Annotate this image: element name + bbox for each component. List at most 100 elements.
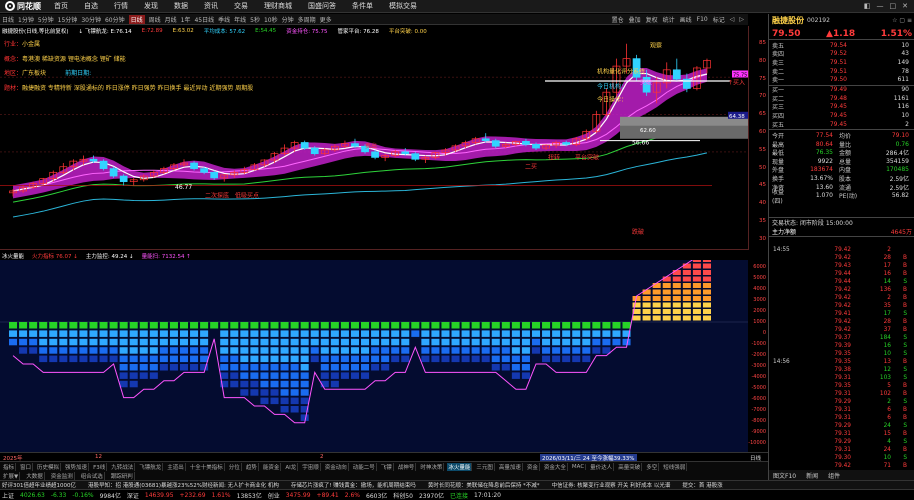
- indicator-tab-11[interactable]: 能资金: [262, 462, 282, 471]
- indicator-tab-6[interactable]: 飞镖航龙: [138, 462, 164, 471]
- indicator-tab-14[interactable]: 资金动向: [324, 462, 349, 471]
- period-4[interactable]: 30分钟: [81, 15, 101, 24]
- news-item[interactable]: 中信证券: 核聚变行业观察 开关 利好成本 以光谱: [552, 481, 671, 489]
- menu-discover[interactable]: 发现: [136, 1, 166, 11]
- ext-tab-0[interactable]: 扩展▼: [2, 471, 21, 480]
- period-5[interactable]: 60分钟: [105, 15, 125, 24]
- indicator-tab-24[interactable]: MAC: [571, 463, 587, 470]
- indicator-tab-8[interactable]: 十全十美指标: [189, 462, 225, 471]
- ask-row[interactable]: 卖五 79.54 10: [769, 41, 914, 50]
- menu-data[interactable]: 数据: [166, 1, 196, 11]
- menu-trade[interactable]: 交易: [226, 1, 256, 11]
- indicator-tab-10[interactable]: 趋势: [245, 462, 259, 471]
- chart-tool-4[interactable]: 画线: [680, 15, 692, 24]
- period-6[interactable]: 日线: [128, 14, 145, 24]
- ask-row[interactable]: 卖一 79.50 611: [769, 75, 914, 84]
- footer-news[interactable]: 新闻: [806, 471, 818, 480]
- minimize-icon[interactable]: —: [877, 2, 884, 10]
- period-0[interactable]: 日线: [2, 15, 14, 24]
- ask-row[interactable]: 卖二 79.51 78: [769, 67, 914, 76]
- indicator-tab-9[interactable]: 分位: [228, 462, 242, 471]
- period-9[interactable]: 1年: [181, 15, 191, 24]
- menu-conditional-order[interactable]: 条件单: [344, 1, 381, 11]
- indicator-tab-16[interactable]: 飞镖: [380, 462, 394, 471]
- indicator-tab-15[interactable]: 动能二号: [352, 462, 377, 471]
- chart-tool-6[interactable]: 标记: [713, 15, 725, 24]
- news-item[interactable]: 存储芯片涨疯了! 赚钱黄金：撤场，能机周期结束吗: [291, 481, 416, 489]
- chart-tool-3[interactable]: 统计: [663, 15, 675, 24]
- period-14[interactable]: 10秒: [264, 15, 278, 24]
- indicator-tab-12[interactable]: AI龙: [284, 462, 299, 471]
- indicator-tab-19[interactable]: 冰火量能: [447, 462, 473, 471]
- chart-tool-8[interactable]: ▷: [739, 16, 744, 23]
- indicator-tab-17[interactable]: 战神号: [397, 462, 417, 471]
- menu-mall[interactable]: 理财商城: [256, 1, 300, 11]
- period-1[interactable]: 1分钟: [18, 15, 34, 24]
- tick-list[interactable]: 14:55 79.42 2 79.42 28 B 79.43 17 B 79.44 16 B 79.44…: [769, 246, 914, 480]
- bid-row[interactable]: 买五 79.45 2: [769, 120, 914, 129]
- news-item[interactable]: 黄时长同花顺：美联储在降息前后保持 *不减*: [428, 481, 540, 489]
- app-logo[interactable]: 同花顺: [0, 1, 46, 12]
- indicator-tab-7[interactable]: 主道出: [166, 462, 186, 471]
- indicator-tab-25[interactable]: 量价达人: [589, 462, 615, 471]
- menu-news[interactable]: 资讯: [196, 1, 226, 11]
- menu-sim-trade[interactable]: 模拟交易: [381, 1, 425, 11]
- period-8[interactable]: 月线: [165, 15, 177, 24]
- menu-qa[interactable]: 国盛问答: [300, 1, 344, 11]
- period-2[interactable]: 5分钟: [38, 15, 54, 24]
- panel-icons[interactable]: ☆ ▢ ≡: [892, 17, 914, 24]
- bid-row[interactable]: 买四 79.45 10: [769, 111, 914, 120]
- ask-row[interactable]: 卖四 79.52 43: [769, 50, 914, 58]
- indicator-tab-0[interactable]: 指标: [2, 462, 17, 471]
- footer-components[interactable]: 组件: [828, 471, 840, 480]
- chart-tool-1[interactable]: 叠加: [629, 15, 641, 24]
- chart-tool-5[interactable]: F10: [697, 16, 708, 23]
- indicator-tab-26[interactable]: 高量突破: [617, 462, 643, 471]
- chart-tool-7[interactable]: ◁: [730, 16, 735, 23]
- indicator-tab-3[interactable]: 强势加速: [64, 462, 90, 471]
- indicator-tab-20[interactable]: 三元图: [475, 462, 495, 471]
- indicator-tab-2[interactable]: 历史模拟: [36, 462, 62, 471]
- maximize-icon[interactable]: □: [890, 2, 897, 10]
- menu-market[interactable]: 行情: [106, 1, 136, 11]
- news-item[interactable]: 好评301倍超年业绩超1000亿: [2, 481, 76, 489]
- indicator-tab-18[interactable]: 时神决策: [419, 462, 445, 471]
- menu-home[interactable]: 首页: [46, 1, 76, 11]
- news-item[interactable]: 港股早知：招 港股通(03681)暴越涨23%52%财经新闻: 无人扩卡商业化 …: [88, 481, 279, 489]
- footer-f10[interactable]: 图文F10: [773, 471, 796, 480]
- ext-tab-2[interactable]: 资金监测: [50, 471, 75, 480]
- bid-row[interactable]: 买二 79.48 1161: [769, 94, 914, 103]
- news-item[interactable]: 提交：首 港股涨: [682, 481, 722, 489]
- ext-tab-3[interactable]: 组合试选: [80, 471, 105, 480]
- period-3[interactable]: 15分钟: [58, 15, 78, 24]
- period-17[interactable]: 更多: [320, 15, 332, 24]
- ask-row[interactable]: 卖三 79.51 149: [769, 58, 914, 67]
- bid-row[interactable]: 买一 79.49 90: [769, 86, 914, 94]
- indicator-tab-13[interactable]: 宇宙顺: [301, 462, 321, 471]
- ext-tab-1[interactable]: 大数据: [25, 471, 45, 480]
- indicator-tab-28[interactable]: 短线强弱: [662, 462, 688, 471]
- period-13[interactable]: 5秒: [250, 15, 260, 24]
- period-15[interactable]: 分钟: [282, 15, 294, 24]
- indicator-tab-22[interactable]: 资金: [526, 462, 540, 471]
- volume-energy-chart[interactable]: [0, 250, 748, 452]
- chart-tool-0[interactable]: 置仓: [612, 15, 624, 24]
- period-10[interactable]: 45日线: [194, 15, 214, 24]
- close-icon[interactable]: ✕: [902, 2, 908, 10]
- indicator-tab-21[interactable]: 高量加速: [498, 462, 523, 471]
- period-16[interactable]: 多周期: [298, 15, 316, 24]
- indicator-tab-4[interactable]: F3线: [92, 462, 108, 471]
- tick-price: 79.42: [834, 295, 851, 301]
- bid-row[interactable]: 买三 79.45 116: [769, 103, 914, 111]
- period-12[interactable]: 年线: [234, 15, 246, 24]
- menu-watchlist[interactable]: 自选: [76, 1, 106, 11]
- indicator-tab-1[interactable]: 窗口: [19, 462, 34, 471]
- indicator-tab-5[interactable]: 九转战法: [110, 462, 136, 471]
- restore-icon[interactable]: ◧: [864, 2, 871, 10]
- indicator-tab-23[interactable]: 资金大全: [543, 462, 568, 471]
- period-11[interactable]: 季线: [218, 15, 230, 24]
- indicator-tab-27[interactable]: 多空: [645, 462, 660, 471]
- chart-tool-2[interactable]: 复权: [646, 15, 658, 24]
- period-7[interactable]: 周线: [149, 15, 161, 24]
- ext-tab-4[interactable]: 跟踪研判: [110, 471, 135, 480]
